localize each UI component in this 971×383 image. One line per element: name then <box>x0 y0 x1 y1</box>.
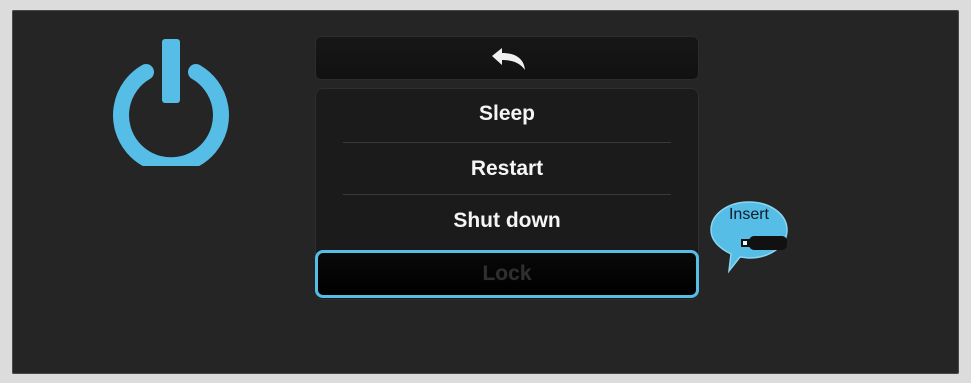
usb-drive-icon <box>741 236 787 250</box>
back-button[interactable] <box>315 36 699 80</box>
sleep-button[interactable]: Sleep <box>343 88 671 140</box>
shut-down-button[interactable]: Shut down <box>343 194 671 246</box>
power-options-menu: Sleep Restart Shut down Lock <box>315 88 699 300</box>
screen-frame: Sleep Restart Shut down Lock Insert <box>0 0 971 383</box>
restart-label: Restart <box>470 156 544 180</box>
lock-button[interactable]: Lock <box>315 250 699 298</box>
sleep-label: Sleep <box>478 102 536 125</box>
shutdown-panel: Sleep Restart Shut down Lock Insert <box>12 10 959 374</box>
restart-button[interactable]: Restart <box>343 142 671 194</box>
power-icon <box>113 39 229 166</box>
back-arrow-icon <box>492 48 525 70</box>
lock-label: Lock <box>482 262 532 285</box>
insert-usb-bubble: Insert <box>707 196 825 282</box>
shut-down-label: Shut down <box>453 208 561 232</box>
insert-label: Insert <box>728 206 769 223</box>
